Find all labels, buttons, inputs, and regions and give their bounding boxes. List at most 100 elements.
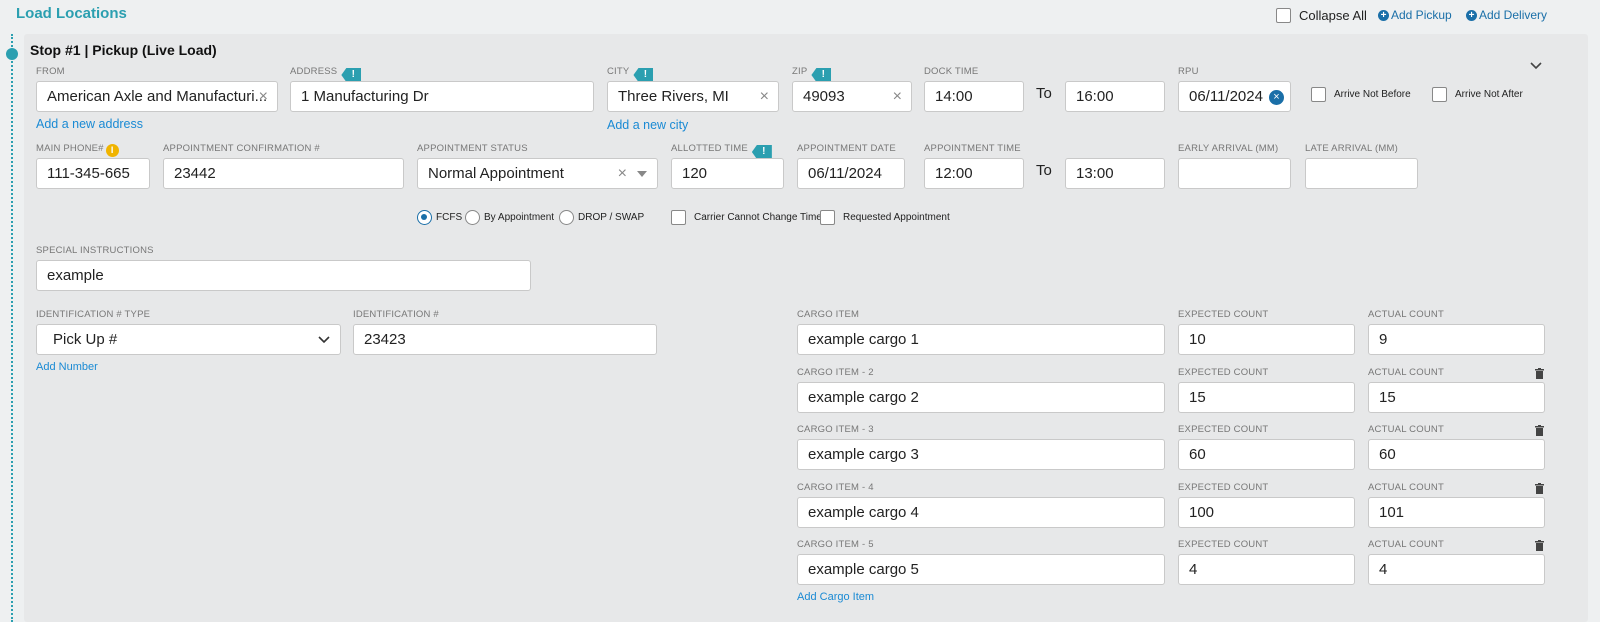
id-type-select[interactable]: Pick Up # xyxy=(36,324,341,355)
chevron-down-icon[interactable] xyxy=(1530,60,1542,72)
clear-icon[interactable]: × xyxy=(618,159,627,188)
to-label: To xyxy=(1036,162,1052,179)
actual-count-label: ACTUAL COUNT xyxy=(1368,424,1444,435)
appt-time-label: APPOINTMENT TIME xyxy=(924,143,1021,154)
add-number-link[interactable]: Add Number xyxy=(36,361,98,373)
radio-button[interactable] xyxy=(559,210,574,225)
timeline-dot xyxy=(6,48,18,60)
cargo-item-input[interactable]: example cargo 3 xyxy=(797,439,1165,470)
warning-flag-icon: ! xyxy=(751,145,772,159)
radio-button[interactable] xyxy=(465,210,480,225)
expected-count-input[interactable]: 100 xyxy=(1178,497,1355,528)
late-arrival-input[interactable] xyxy=(1305,158,1418,189)
dock-time-start-input[interactable]: 14:00 xyxy=(924,81,1024,112)
cargo-item-input[interactable]: example cargo 2 xyxy=(797,382,1165,413)
expected-count-label: EXPECTED COUNT xyxy=(1178,424,1269,435)
radio-drop-swap[interactable]: DROP / SWAP xyxy=(559,210,644,225)
caret-down-icon[interactable] xyxy=(637,171,647,177)
expected-count-input[interactable]: 10 xyxy=(1178,324,1355,355)
plus-circle-icon: + xyxy=(1466,9,1477,21)
arrive-not-after-checkbox[interactable] xyxy=(1432,87,1447,102)
actual-count-input[interactable]: 60 xyxy=(1368,439,1545,470)
carrier-cannot-change-control[interactable]: Carrier Cannot Change Time xyxy=(671,210,822,225)
info-icon: i xyxy=(105,144,119,157)
radio-label: By Appointment xyxy=(484,212,555,223)
expected-count-input[interactable]: 4 xyxy=(1178,554,1355,585)
chevron-down-icon[interactable] xyxy=(318,334,330,346)
actual-count-label: ACTUAL COUNT xyxy=(1368,367,1444,378)
appt-time-start-input[interactable]: 12:00 xyxy=(924,158,1024,189)
id-number-input[interactable]: 23423 xyxy=(353,324,657,355)
trash-icon[interactable] xyxy=(1535,368,1544,379)
to-label: To xyxy=(1036,85,1052,102)
actual-count-label: ACTUAL COUNT xyxy=(1368,482,1444,493)
address-label: ADDRESS! xyxy=(290,66,362,82)
stop-title: Stop #1 | Pickup (Live Load) xyxy=(30,42,217,58)
carrier-cannot-change-checkbox[interactable] xyxy=(671,210,686,225)
actual-count-input[interactable]: 4 xyxy=(1368,554,1545,585)
trash-icon[interactable] xyxy=(1535,483,1544,494)
expected-count-label: EXPECTED COUNT xyxy=(1178,367,1269,378)
actual-count-input[interactable]: 101 xyxy=(1368,497,1545,528)
cargo-item-input[interactable]: example cargo 1 xyxy=(797,324,1165,355)
clear-circle-icon[interactable]: × xyxy=(1269,90,1284,105)
expected-count-input[interactable]: 15 xyxy=(1178,382,1355,413)
warning-flag-icon: ! xyxy=(633,68,654,82)
collapse-all-control[interactable]: Collapse All xyxy=(1276,8,1367,23)
add-cargo-item-link[interactable]: Add Cargo Item xyxy=(797,591,874,603)
actual-count-input[interactable]: 15 xyxy=(1368,382,1545,413)
main-phone-input[interactable]: 111-345-665 xyxy=(36,158,150,189)
trash-icon[interactable] xyxy=(1535,540,1544,551)
from-input[interactable]: American Axle and Manufacturi... × xyxy=(36,81,278,112)
trash-icon[interactable] xyxy=(1535,425,1544,436)
clear-icon[interactable]: × xyxy=(893,82,902,111)
collapse-all-label: Collapse All xyxy=(1299,8,1367,23)
actual-count-input[interactable]: 9 xyxy=(1368,324,1545,355)
allotted-time-input[interactable]: 120 xyxy=(671,158,784,189)
actual-count-label: ACTUAL COUNT xyxy=(1368,309,1444,320)
requested-appointment-control[interactable]: Requested Appointment xyxy=(820,210,950,225)
main-phone-label: MAIN PHONE# i xyxy=(36,143,119,157)
expected-count-input[interactable]: 60 xyxy=(1178,439,1355,470)
add-delivery-button[interactable]: + Add Delivery xyxy=(1466,8,1547,22)
city-input[interactable]: Three Rivers, MI × xyxy=(607,81,779,112)
arrive-not-after-label: Arrive Not After xyxy=(1455,89,1523,100)
from-label: FROM xyxy=(36,66,65,77)
radio-button[interactable] xyxy=(417,210,432,225)
arrive-not-before-control[interactable]: Arrive Not Before xyxy=(1311,87,1411,102)
cargo-item-input[interactable]: example cargo 4 xyxy=(797,497,1165,528)
expected-count-label: EXPECTED COUNT xyxy=(1178,539,1269,550)
arrive-not-before-checkbox[interactable] xyxy=(1311,87,1326,102)
radio-by-appointment[interactable]: By Appointment xyxy=(465,210,554,225)
appt-status-select[interactable]: Normal Appointment × xyxy=(417,158,658,189)
warning-flag-icon: ! xyxy=(341,68,362,82)
add-pickup-button[interactable]: + Add Pickup xyxy=(1378,8,1452,22)
collapse-all-checkbox[interactable] xyxy=(1276,8,1291,23)
cargo-item-input[interactable]: example cargo 5 xyxy=(797,554,1165,585)
clear-icon[interactable]: × xyxy=(259,82,268,111)
zip-input[interactable]: 49093 × xyxy=(792,81,912,112)
address-input[interactable]: 1 Manufacturing Dr xyxy=(290,81,594,112)
actual-count-label: ACTUAL COUNT xyxy=(1368,539,1444,550)
radio-label: FCFS xyxy=(436,212,463,223)
id-type-label: IDENTIFICATION # TYPE xyxy=(36,309,151,320)
arrive-not-after-control[interactable]: Arrive Not After xyxy=(1432,87,1523,102)
radio-fcfs[interactable]: FCFS xyxy=(417,210,462,225)
add-delivery-label: Add Delivery xyxy=(1479,8,1548,22)
dock-time-end-input[interactable]: 16:00 xyxy=(1065,81,1165,112)
cargo-item-label: CARGO ITEM xyxy=(797,309,860,320)
rpu-input[interactable]: 06/11/2024 × xyxy=(1178,81,1291,112)
appt-confirmation-input[interactable]: 23442 xyxy=(163,158,404,189)
add-new-city-link[interactable]: Add a new city xyxy=(607,118,688,132)
expected-count-label: EXPECTED COUNT xyxy=(1178,482,1269,493)
early-arrival-label: EARLY ARRIVAL (MM) xyxy=(1178,143,1279,154)
cargo-item-label: CARGO ITEM - 3 xyxy=(797,424,874,435)
appt-time-end-input[interactable]: 13:00 xyxy=(1065,158,1165,189)
requested-appointment-checkbox[interactable] xyxy=(820,210,835,225)
late-arrival-label: LATE ARRIVAL (MM) xyxy=(1305,143,1398,154)
early-arrival-input[interactable] xyxy=(1178,158,1291,189)
appt-date-input[interactable]: 06/11/2024 xyxy=(797,158,905,189)
clear-icon[interactable]: × xyxy=(760,82,769,111)
add-new-address-link[interactable]: Add a new address xyxy=(36,117,143,131)
special-instructions-input[interactable]: example xyxy=(36,260,531,291)
